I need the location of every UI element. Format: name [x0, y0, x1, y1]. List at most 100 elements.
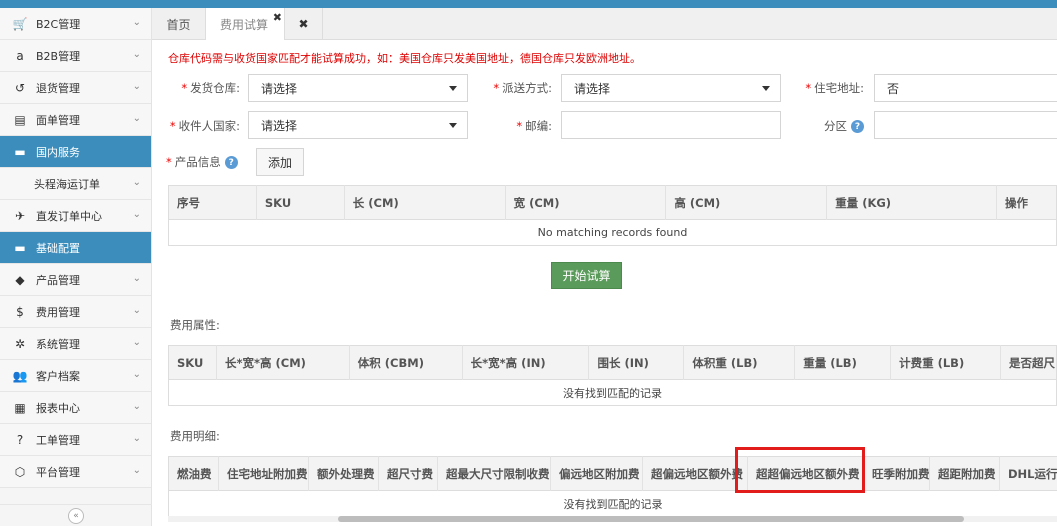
tab-home-label: 首页	[166, 17, 191, 32]
product-col-header: 宽 (CM)	[504, 185, 666, 220]
start-calc-button[interactable]: 开始试算	[551, 262, 622, 289]
sidebar-collapse-button[interactable]: «	[0, 504, 152, 526]
delivery-select[interactable]: 请选择	[561, 74, 781, 102]
sidebar-item-label: B2B管理	[36, 49, 81, 63]
scrollbar-thumb[interactable]	[338, 516, 964, 522]
fee-attr-label: 费用属性:	[170, 318, 220, 332]
warehouse-select-value: 请选择	[261, 81, 298, 96]
sidebar-item[interactable]: ▬ 国内服务	[0, 136, 151, 168]
residential-select-value: 否	[887, 81, 900, 96]
sidebar-item-label: 费用管理	[36, 305, 80, 319]
attr-col-header: 重量 (LB)	[794, 345, 891, 380]
users-icon: 👥	[12, 368, 28, 383]
sidebar-item[interactable]: 头程海运订单 ⌄	[0, 168, 151, 200]
close-icon: ✖	[298, 17, 309, 31]
detail-col-header: 偏远地区附加费	[550, 456, 643, 491]
detail-col-header: 燃油费	[168, 456, 219, 491]
sidebar-item-label: 头程海运订单	[34, 177, 100, 191]
chevron-down-icon	[449, 123, 457, 128]
sidebar-item[interactable]: 👥 客户档案 ⌄	[0, 360, 151, 392]
chevron-down-icon: ⌄	[132, 337, 141, 348]
product-empty-row: No matching records found	[168, 219, 1057, 246]
sidebar-item[interactable]: ⬡ 平台管理 ⌄	[0, 456, 151, 488]
add-product-button[interactable]: 添加	[256, 148, 304, 176]
sidebar-item-label: 工单管理	[36, 433, 80, 447]
delivery-label: * 派送方式:	[493, 81, 552, 95]
attr-col-header: 围长 (IN)	[588, 345, 684, 380]
chevron-down-icon: ⌄	[132, 465, 141, 476]
sidebar-item-label: 报表中心	[36, 401, 80, 415]
chevron-down-icon: ⌄	[132, 81, 141, 92]
horizontal-scrollbar[interactable]	[168, 516, 1057, 522]
top-bar	[0, 0, 1057, 8]
sidebar-item-label: 客户档案	[36, 369, 80, 383]
folder-icon: ▬	[14, 240, 26, 255]
chevron-down-icon: ⌄	[132, 209, 141, 220]
chevron-down-icon: ⌄	[132, 113, 141, 124]
cube-icon: ⬡	[14, 464, 26, 479]
detail-col-header: 超距附加费	[929, 456, 1000, 491]
tab-close-icon[interactable]: ✖	[273, 11, 282, 24]
sidebar-item[interactable]: ◆ 产品管理 ⌄	[0, 264, 151, 296]
delivery-select-value: 请选择	[574, 81, 611, 96]
chevron-down-icon: ⌄	[132, 401, 141, 412]
sidebar-item[interactable]: ▬ 基础配置	[0, 232, 151, 264]
sidebar-item[interactable]: ? 工单管理 ⌄	[0, 424, 151, 456]
sidebar-item[interactable]: 🛒 B2C管理 ⌄	[0, 8, 151, 40]
fee-attr-table: SKU 长*宽*高 (CM) 体积 (CBM) 长*宽*高 (IN) 围长 (I…	[168, 345, 1057, 406]
sidebar-item[interactable]: ▦ 报表中心 ⌄	[0, 392, 151, 424]
chevron-down-icon: ⌄	[132, 49, 141, 60]
sidebar-item[interactable]: ✈ 直发订单中心 ⌄	[0, 200, 151, 232]
document-icon: ▤	[14, 112, 26, 127]
help-icon[interactable]: ?	[224, 156, 238, 169]
sidebar-item[interactable]: ▤ 面单管理 ⌄	[0, 104, 151, 136]
warehouse-select[interactable]: 请选择	[248, 74, 468, 102]
sidebar-item-label: B2C管理	[36, 17, 81, 31]
cart-icon: 🛒	[12, 16, 28, 31]
tab-bar: 首页 费用试算 ✖ ✖	[152, 8, 1057, 40]
fee-detail-table: 燃油费 住宅地址附加费 额外处理费 超尺寸费 超最大尺寸限制收费 偏远地区附加费…	[168, 456, 1057, 517]
dollar-icon: $	[16, 304, 24, 319]
tab-home[interactable]: 首页	[152, 8, 206, 40]
sidebar-item-label: 系统管理	[36, 337, 80, 351]
highlight-box	[735, 447, 865, 493]
amazon-icon: a	[16, 48, 24, 63]
warehouse-label: * 发货仓库:	[181, 81, 240, 95]
residential-select[interactable]: 否	[874, 74, 1057, 102]
main-content: 仓库代码需与收货国家匹配才能试算成功，如：美国仓库只发美国地址，德国仓库只发欧洲…	[152, 40, 1057, 526]
return-icon: ↺	[14, 80, 26, 95]
product-col-header: 操作	[995, 185, 1057, 220]
product-info-label: * 产品信息?	[166, 154, 238, 170]
tab-fee-calc[interactable]: 费用试算 ✖	[206, 8, 285, 40]
product-col-header: 高 (CM)	[665, 185, 827, 220]
fee-detail-label: 费用明细:	[170, 429, 220, 443]
sidebar-item[interactable]: ✲ 系统管理 ⌄	[0, 328, 151, 360]
product-col-header: SKU	[255, 185, 345, 220]
sidebar-item[interactable]: $ 费用管理 ⌄	[0, 296, 151, 328]
product-table: 序号 SKU 长 (CM) 宽 (CM) 高 (CM) 重量 (KG) 操作 N…	[168, 185, 1057, 246]
product-col-header: 长 (CM)	[343, 185, 506, 220]
sidebar-item[interactable]: a B2B管理 ⌄	[0, 40, 151, 72]
detail-col-header: 额外处理费	[308, 456, 379, 491]
chevron-down-icon: ⌄	[132, 177, 141, 188]
gear-icon: ✲	[14, 336, 26, 351]
zip-input[interactable]	[561, 111, 781, 139]
zone-input[interactable]	[874, 111, 1057, 139]
chevron-down-icon: ⌄	[132, 17, 141, 28]
chevron-down-icon	[449, 86, 457, 91]
sidebar-item[interactable]: ↺ 退货管理 ⌄	[0, 72, 151, 104]
detail-col-header: 超最大尺寸限制收费	[437, 456, 551, 491]
sidebar-item-label: 平台管理	[36, 465, 80, 479]
help-icon[interactable]: ?	[851, 120, 864, 133]
country-select[interactable]: 请选择	[248, 111, 468, 139]
attr-col-header: 计费重 (LB)	[890, 345, 1001, 380]
notice-text: 仓库代码需与收货国家匹配才能试算成功，如：美国仓库只发美国地址，德国仓库只发欧洲…	[168, 52, 641, 65]
residential-label: * 住宅地址:	[805, 81, 864, 95]
chevron-down-icon: ⌄	[132, 273, 141, 284]
close-all-tabs-button[interactable]: ✖	[285, 8, 323, 40]
attr-empty-row: 没有找到匹配的记录	[168, 379, 1057, 406]
product-col-header: 序号	[168, 185, 257, 220]
tag-icon: ◆	[15, 272, 25, 287]
detail-col-header: 超偏远地区额外费	[642, 456, 748, 491]
chevron-down-icon: ⌄	[132, 369, 141, 380]
